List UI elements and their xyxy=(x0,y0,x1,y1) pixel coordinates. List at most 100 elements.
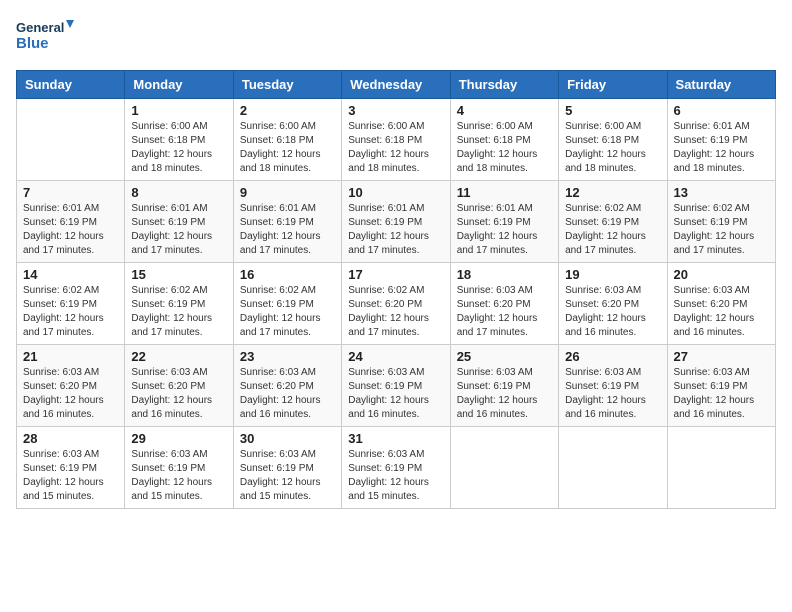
day-info: Sunrise: 6:02 AMSunset: 6:19 PMDaylight:… xyxy=(131,284,226,340)
calendar-cell: 29Sunrise: 6:03 AMSunset: 6:19 PMDayligh… xyxy=(125,427,233,509)
calendar-cell: 3Sunrise: 6:00 AMSunset: 6:18 PMDaylight… xyxy=(342,99,450,181)
day-info: Sunrise: 6:00 AMSunset: 6:18 PMDaylight:… xyxy=(565,120,660,176)
day-info: Sunrise: 6:02 AMSunset: 6:19 PMDaylight:… xyxy=(565,202,660,258)
day-of-week-header: Tuesday xyxy=(233,71,341,99)
day-info: Sunrise: 6:03 AMSunset: 6:19 PMDaylight:… xyxy=(23,448,118,504)
calendar-cell: 30 Sunrise: 6:03 AMSunset: 6:19 PMDayligh… xyxy=(233,427,341,509)
day-of-week-header: Thursday xyxy=(450,71,558,99)
day-info: Sunrise: 6:03 AMSunset: 6:20 PMDaylight:… xyxy=(457,284,552,340)
day-info: Sunrise: 6:03 AMSunset: 6:19 PMDaylight:… xyxy=(674,366,769,422)
day-number: 30 xyxy=(240,431,335,446)
day-info: Sunrise: 6:00 AMSunset: 6:18 PMDaylight:… xyxy=(131,120,226,176)
calendar-cell: 18 Sunrise: 6:03 AMSunset: 6:20 PMDayligh… xyxy=(450,263,558,345)
calendar-cell: 12 Sunrise: 6:02 AMSunset: 6:19 PMDayligh… xyxy=(559,181,667,263)
calendar-week-row: 21 Sunrise: 6:03 AMSunset: 6:20 PMDayligh… xyxy=(17,345,776,427)
day-info: Sunrise: 6:01 AMSunset: 6:19 PMDaylight:… xyxy=(131,202,226,258)
calendar-week-row: 7 Sunrise: 6:01 AMSunset: 6:19 PMDaylight… xyxy=(17,181,776,263)
day-number: 28 xyxy=(23,431,118,446)
day-number: 12 xyxy=(565,185,660,200)
day-number: 26 xyxy=(565,349,660,364)
calendar-cell xyxy=(17,99,125,181)
day-of-week-header: Saturday xyxy=(667,71,775,99)
day-info: Sunrise: 6:01 AMSunset: 6:19 PMDaylight:… xyxy=(240,202,335,258)
day-info: Sunrise: 6:02 AMSunset: 6:19 PMDaylight:… xyxy=(674,202,769,258)
day-info: Sunrise: 6:03 AMSunset: 6:20 PMDaylight:… xyxy=(674,284,769,340)
day-number: 10 xyxy=(348,185,443,200)
calendar-cell: 24 Sunrise: 6:03 AMSunset: 6:19 PMDayligh… xyxy=(342,345,450,427)
day-number: 18 xyxy=(457,267,552,282)
day-number: 23 xyxy=(240,349,335,364)
day-info: Sunrise: 6:03 AMSunset: 6:20 PMDaylight:… xyxy=(240,366,335,422)
day-number: 16 xyxy=(240,267,335,282)
svg-text:General: General xyxy=(16,20,64,35)
calendar-cell: 13 Sunrise: 6:02 AMSunset: 6:19 PMDayligh… xyxy=(667,181,775,263)
day-number: 4 xyxy=(457,103,552,118)
calendar-cell: 1 Sunrise: 6:00 AMSunset: 6:18 PMDaylight… xyxy=(125,99,233,181)
calendar-cell: 5 Sunrise: 6:00 AMSunset: 6:18 PMDaylight… xyxy=(559,99,667,181)
day-number: 21 xyxy=(23,349,118,364)
calendar-cell: 22Sunrise: 6:03 AMSunset: 6:20 PMDayligh… xyxy=(125,345,233,427)
day-number: 13 xyxy=(674,185,769,200)
day-number: 14 xyxy=(23,267,118,282)
calendar-cell: 11Sunrise: 6:01 AMSunset: 6:19 PMDayligh… xyxy=(450,181,558,263)
calendar-cell: 4Sunrise: 6:00 AMSunset: 6:18 PMDaylight… xyxy=(450,99,558,181)
calendar-cell: 19Sunrise: 6:03 AMSunset: 6:20 PMDayligh… xyxy=(559,263,667,345)
day-number: 19 xyxy=(565,267,660,282)
day-number: 6 xyxy=(674,103,769,118)
day-info: Sunrise: 6:00 AMSunset: 6:18 PMDaylight:… xyxy=(348,120,443,176)
calendar-cell: 31 Sunrise: 6:03 AMSunset: 6:19 PMDayligh… xyxy=(342,427,450,509)
day-info: Sunrise: 6:01 AMSunset: 6:19 PMDaylight:… xyxy=(674,120,769,176)
day-info: Sunrise: 6:00 AMSunset: 6:18 PMDaylight:… xyxy=(240,120,335,176)
day-number: 7 xyxy=(23,185,118,200)
day-number: 22 xyxy=(131,349,226,364)
calendar-cell: 2Sunrise: 6:00 AMSunset: 6:18 PMDaylight… xyxy=(233,99,341,181)
header: General Blue xyxy=(16,16,776,58)
calendar-cell: 23 Sunrise: 6:03 AMSunset: 6:20 PMDayligh… xyxy=(233,345,341,427)
day-info: Sunrise: 6:02 AMSunset: 6:19 PMDaylight:… xyxy=(23,284,118,340)
calendar-cell xyxy=(450,427,558,509)
calendar-cell xyxy=(667,427,775,509)
calendar-cell: 17 Sunrise: 6:02 AMSunset: 6:20 PMDayligh… xyxy=(342,263,450,345)
logo: General Blue xyxy=(16,16,76,58)
day-info: Sunrise: 6:01 AMSunset: 6:19 PMDaylight:… xyxy=(23,202,118,258)
day-number: 15 xyxy=(131,267,226,282)
calendar-cell: 15 Sunrise: 6:02 AMSunset: 6:19 PMDayligh… xyxy=(125,263,233,345)
calendar-cell: 9 Sunrise: 6:01 AMSunset: 6:19 PMDaylight… xyxy=(233,181,341,263)
day-number: 1 xyxy=(131,103,226,118)
calendar-cell: 6 Sunrise: 6:01 AMSunset: 6:19 PMDaylight… xyxy=(667,99,775,181)
calendar-cell: 8 Sunrise: 6:01 AMSunset: 6:19 PMDaylight… xyxy=(125,181,233,263)
day-number: 17 xyxy=(348,267,443,282)
day-number: 31 xyxy=(348,431,443,446)
day-of-week-header: Sunday xyxy=(17,71,125,99)
day-info: Sunrise: 6:01 AMSunset: 6:19 PMDaylight:… xyxy=(348,202,443,258)
calendar-cell: 28 Sunrise: 6:03 AMSunset: 6:19 PMDayligh… xyxy=(17,427,125,509)
day-info: Sunrise: 6:03 AMSunset: 6:19 PMDaylight:… xyxy=(348,448,443,504)
day-number: 5 xyxy=(565,103,660,118)
day-info: Sunrise: 6:03 AMSunset: 6:19 PMDaylight:… xyxy=(348,366,443,422)
day-number: 27 xyxy=(674,349,769,364)
calendar-cell: 20 Sunrise: 6:03 AMSunset: 6:20 PMDayligh… xyxy=(667,263,775,345)
svg-text:Blue: Blue xyxy=(16,35,49,52)
day-info: Sunrise: 6:02 AMSunset: 6:20 PMDaylight:… xyxy=(348,284,443,340)
calendar-cell: 27 Sunrise: 6:03 AMSunset: 6:19 PMDayligh… xyxy=(667,345,775,427)
day-number: 25 xyxy=(457,349,552,364)
calendar-cell: 14 Sunrise: 6:02 AMSunset: 6:19 PMDayligh… xyxy=(17,263,125,345)
calendar-week-row: 14 Sunrise: 6:02 AMSunset: 6:19 PMDayligh… xyxy=(17,263,776,345)
day-info: Sunrise: 6:03 AMSunset: 6:19 PMDaylight:… xyxy=(240,448,335,504)
day-of-week-header: Monday xyxy=(125,71,233,99)
calendar-cell: 10 Sunrise: 6:01 AMSunset: 6:19 PMDayligh… xyxy=(342,181,450,263)
day-number: 24 xyxy=(348,349,443,364)
day-info: Sunrise: 6:02 AMSunset: 6:19 PMDaylight:… xyxy=(240,284,335,340)
day-number: 8 xyxy=(131,185,226,200)
calendar-table: SundayMondayTuesdayWednesdayThursdayFrid… xyxy=(16,70,776,509)
day-number: 29 xyxy=(131,431,226,446)
day-number: 9 xyxy=(240,185,335,200)
calendar-cell: 7 Sunrise: 6:01 AMSunset: 6:19 PMDaylight… xyxy=(17,181,125,263)
calendar-cell: 25Sunrise: 6:03 AMSunset: 6:19 PMDayligh… xyxy=(450,345,558,427)
day-of-week-header: Wednesday xyxy=(342,71,450,99)
day-number: 20 xyxy=(674,267,769,282)
calendar-cell: 21Sunrise: 6:03 AMSunset: 6:20 PMDayligh… xyxy=(17,345,125,427)
calendar-cell: 26 Sunrise: 6:03 AMSunset: 6:19 PMDayligh… xyxy=(559,345,667,427)
calendar-cell: 16 Sunrise: 6:02 AMSunset: 6:19 PMDayligh… xyxy=(233,263,341,345)
day-info: Sunrise: 6:03 AMSunset: 6:19 PMDaylight:… xyxy=(565,366,660,422)
